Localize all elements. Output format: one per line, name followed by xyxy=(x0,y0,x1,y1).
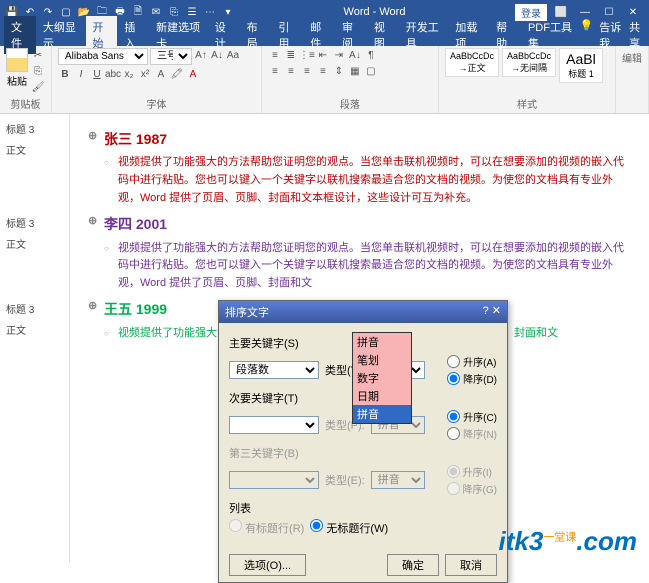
copy-icon[interactable]: ⎘ xyxy=(31,64,45,78)
group-label-editing: 编辑 xyxy=(622,50,642,65)
dropdown-option-selected[interactable]: 拼音 xyxy=(353,405,411,423)
font-name-select[interactable]: Alibaba Sans xyxy=(58,48,148,65)
primary-key-select[interactable]: 段落数 xyxy=(229,361,319,379)
text-effects-icon[interactable]: A xyxy=(154,67,168,81)
shrink-font-icon[interactable]: A↓ xyxy=(210,48,224,62)
maximize-icon[interactable]: ☐ xyxy=(599,7,619,18)
close-icon[interactable]: ✕ xyxy=(623,7,643,18)
inc-indent-icon[interactable]: ⇥ xyxy=(332,48,346,62)
type-dropdown-list[interactable]: 拼音 笔划 数字 日期 拼音 xyxy=(352,332,412,424)
paste-icon xyxy=(6,48,28,72)
dialog-titlebar[interactable]: 排序文字 ? ✕ xyxy=(219,301,507,323)
numbering-icon[interactable]: ≣ xyxy=(284,48,298,62)
nav-item[interactable]: 正文 xyxy=(4,233,65,254)
paragraph[interactable]: 视频提供了功能强大的方法帮助您证明您的观点。当您单击联机视频时，可以在想要添加的… xyxy=(118,240,629,293)
paste-label: 粘贴 xyxy=(7,73,27,88)
desc2-radio[interactable]: 降序(N) xyxy=(447,426,497,441)
change-case-icon[interactable]: Aa xyxy=(226,48,240,62)
multilevel-icon[interactable]: ⋮≡ xyxy=(300,48,314,62)
font-size-select[interactable]: 三号 xyxy=(150,48,192,65)
nav-item[interactable]: 正文 xyxy=(4,319,65,340)
sort-icon[interactable]: A↓ xyxy=(348,48,362,62)
format-painter-icon[interactable]: 🖌 xyxy=(31,80,45,94)
asc3-radio: 升序(I) xyxy=(447,464,497,479)
paragraph[interactable]: 视频提供了功能强大的方法帮助您证明您的观点。当您单击联机视频时，可以在想要添加的… xyxy=(118,154,629,207)
font-color-icon[interactable]: A xyxy=(186,67,200,81)
style-no-spacing[interactable]: AaBbCcDc →无间隔 xyxy=(502,48,556,77)
watermark: itk3一堂课.com xyxy=(499,526,638,557)
secondary-key-select[interactable] xyxy=(229,416,319,434)
bullets-icon[interactable]: ≡ xyxy=(268,48,282,62)
line-spacing-icon[interactable]: ⇕ xyxy=(332,64,346,78)
options-button[interactable]: 选项(O)... xyxy=(229,554,306,576)
group-label-font: 字体 xyxy=(58,96,255,111)
align-center-icon[interactable]: ≡ xyxy=(284,64,298,78)
style-heading1[interactable]: AaBl 标题 1 xyxy=(559,48,603,83)
cut-icon[interactable]: ✂ xyxy=(31,48,45,62)
style-normal[interactable]: AaBbCcDc →正文 xyxy=(445,48,499,77)
asc-radio[interactable]: 升序(A) xyxy=(447,354,497,369)
nav-item[interactable]: 正文 xyxy=(4,139,65,160)
superscript-icon[interactable]: x² xyxy=(138,67,152,81)
italic-icon[interactable]: I xyxy=(74,67,88,81)
group-paragraph: ≡ ≣ ⋮≡ ⇤ ⇥ A↓ ¶ ≡ ≡ ≡ ≡ ⇕ ▦ ▢ 段落 xyxy=(262,46,439,113)
dialog-title: 排序文字 xyxy=(225,304,269,320)
group-font: Alibaba Sans 三号 A↑ A↓ Aa B I U abc x₂ x²… xyxy=(52,46,262,113)
group-label-paragraph: 段落 xyxy=(268,96,432,111)
dec-indent-icon[interactable]: ⇤ xyxy=(316,48,330,62)
grow-font-icon[interactable]: A↑ xyxy=(194,48,208,62)
dropdown-option[interactable]: 数字 xyxy=(353,369,411,387)
underline-icon[interactable]: U xyxy=(90,67,104,81)
justify-icon[interactable]: ≡ xyxy=(316,64,330,78)
group-label-styles: 样式 xyxy=(445,96,609,111)
group-editing: 编辑 xyxy=(616,46,649,113)
desc-radio[interactable]: 降序(D) xyxy=(447,371,497,386)
list-label: 列表 xyxy=(229,500,497,516)
navigation-pane[interactable]: 标题 3 正文 标题 3 正文 标题 3 正文 xyxy=(0,114,70,563)
paste-button[interactable]: 粘贴 xyxy=(6,48,28,88)
heading-2[interactable]: 李四 2001 xyxy=(104,213,629,235)
nav-item[interactable]: 标题 3 xyxy=(4,118,65,139)
show-marks-icon[interactable]: ¶ xyxy=(364,48,378,62)
type3-label: 类型(E): xyxy=(325,472,365,488)
subscript-icon[interactable]: x₂ xyxy=(122,67,136,81)
bold-icon[interactable]: B xyxy=(58,67,72,81)
cancel-button[interactable]: 取消 xyxy=(445,554,497,576)
align-right-icon[interactable]: ≡ xyxy=(300,64,314,78)
shading-icon[interactable]: ▦ xyxy=(348,64,362,78)
group-clipboard: 粘贴 ✂ ⎘ 🖌 剪贴板 xyxy=(0,46,52,113)
nav-item[interactable]: 标题 3 xyxy=(4,298,65,319)
third-type-select: 拼音 xyxy=(371,471,425,489)
third-key-select xyxy=(229,471,319,489)
dropdown-option[interactable]: 拼音 xyxy=(353,333,411,351)
third-key-label: 第三关键字(B) xyxy=(229,445,497,461)
ribbon: 粘贴 ✂ ⎘ 🖌 剪贴板 Alibaba Sans 三号 A↑ A↓ Aa B … xyxy=(0,46,649,114)
nav-item[interactable]: 标题 3 xyxy=(4,212,65,233)
group-styles: AaBbCcDc →正文 AaBbCcDc →无间隔 AaBl 标题 1 样式 xyxy=(439,46,616,113)
ok-button[interactable]: 确定 xyxy=(387,554,439,576)
dropdown-option[interactable]: 笔划 xyxy=(353,351,411,369)
dropdown-option[interactable]: 日期 xyxy=(353,387,411,405)
desc3-radio: 降序(G) xyxy=(447,481,497,496)
heading-1[interactable]: 张三 1987 xyxy=(104,128,629,150)
borders-icon[interactable]: ▢ xyxy=(364,64,378,78)
highlight-icon[interactable]: 🖍 xyxy=(170,67,184,81)
align-left-icon[interactable]: ≡ xyxy=(268,64,282,78)
asc2-radio[interactable]: 升序(C) xyxy=(447,409,497,424)
group-label-clipboard: 剪贴板 xyxy=(6,96,45,111)
no-header-radio[interactable]: 无标题行(W) xyxy=(310,519,388,536)
dialog-help-icon[interactable]: ? xyxy=(483,305,489,317)
ribbon-tabs: 文件 大纲显示 开始 插入 新建选项卡 设计 布局 引用 邮件 审阅 视图 开发… xyxy=(0,24,649,46)
dialog-close-icon[interactable]: ✕ xyxy=(492,305,501,317)
has-header-radio[interactable]: 有标题行(R) xyxy=(229,519,304,536)
strike-icon[interactable]: abc xyxy=(106,67,120,81)
